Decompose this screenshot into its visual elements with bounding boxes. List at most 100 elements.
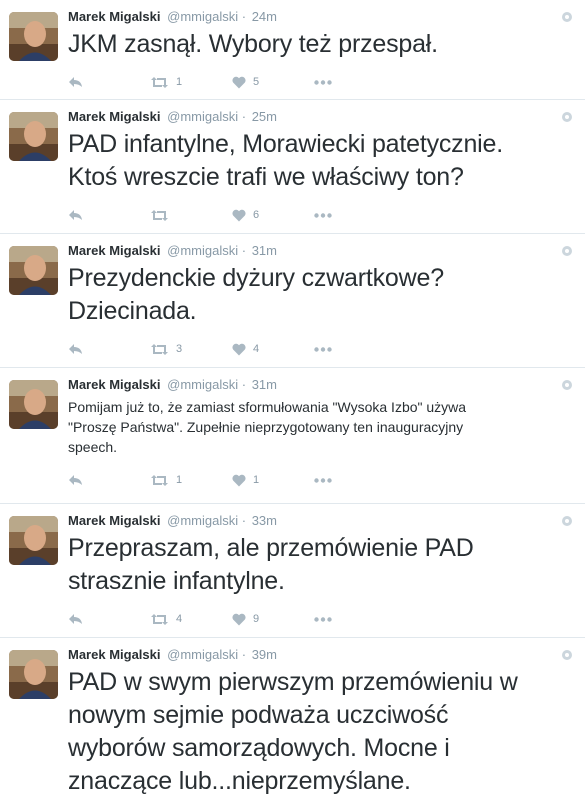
author-name[interactable]: Marek Migalski: [68, 647, 161, 662]
heart-icon: [232, 76, 246, 88]
author-handle[interactable]: @mmigalski: [167, 243, 238, 258]
avatar[interactable]: [9, 246, 58, 295]
reply-button[interactable]: [68, 339, 150, 359]
more-button[interactable]: [314, 339, 396, 359]
avatar[interactable]: [9, 380, 58, 429]
reply-button[interactable]: [68, 72, 150, 92]
retweet-button[interactable]: 3: [150, 339, 232, 359]
tweet-text-line: wyborów samorządowych. Mocne i: [68, 734, 450, 762]
tweet-text-line: PAD w swym pierwszym przemówieniu w: [68, 668, 518, 696]
retweet-button[interactable]: 1: [150, 470, 232, 490]
gear-icon[interactable]: [561, 111, 573, 123]
tweet[interactable]: Marek Migalski @mmigalski · 24m JKM zasn…: [0, 0, 585, 100]
tweet-text: PAD w swym pierwszym przemówieniu w nowy…: [68, 666, 585, 798]
tweet-text-line: Pomijam już to, że zamiast sformułowania…: [68, 399, 467, 415]
like-button[interactable]: 5: [232, 72, 314, 92]
author-handle[interactable]: @mmigalski: [167, 9, 238, 24]
heart-icon: [232, 209, 246, 221]
tweet[interactable]: Marek Migalski @mmigalski · 39m PAD w sw…: [0, 638, 585, 798]
gear-icon[interactable]: [561, 245, 573, 257]
tweet-actions: 4 9: [68, 604, 585, 634]
like-count: 9: [253, 613, 260, 625]
like-button[interactable]: 4: [232, 339, 314, 359]
author-handle[interactable]: @mmigalski: [167, 377, 238, 392]
retweet-count: 4: [176, 613, 183, 625]
more-icon: [314, 477, 332, 483]
heart-icon: [232, 474, 246, 486]
tweet-timestamp[interactable]: 31m: [252, 243, 277, 258]
tweet-text-line: Dziecinada.: [68, 297, 197, 325]
tweet-timestamp[interactable]: 24m: [252, 9, 277, 24]
tweet-actions: 6: [68, 200, 585, 230]
avatar[interactable]: [9, 650, 58, 699]
more-icon: [314, 616, 332, 622]
gear-icon[interactable]: [561, 649, 573, 661]
reply-button[interactable]: [68, 205, 150, 225]
like-button[interactable]: 1: [232, 470, 314, 490]
like-button[interactable]: 9: [232, 609, 314, 629]
tweet-actions: 3 4: [68, 334, 585, 364]
retweet-icon: [151, 474, 168, 486]
more-icon: [314, 212, 332, 218]
reply-icon: [69, 77, 82, 87]
avatar[interactable]: [9, 516, 58, 565]
tweet-timestamp[interactable]: 25m: [252, 109, 277, 124]
author-name[interactable]: Marek Migalski: [68, 243, 161, 258]
author-name[interactable]: Marek Migalski: [68, 513, 161, 528]
more-button[interactable]: [314, 470, 396, 490]
retweet-button[interactable]: 1: [150, 72, 232, 92]
retweet-button[interactable]: 4: [150, 609, 232, 629]
tweet-text: PAD infantylne, Morawiecki patetycznie. …: [68, 128, 585, 194]
author-handle[interactable]: @mmigalski: [167, 647, 238, 662]
avatar[interactable]: [9, 112, 58, 161]
tweet-text: JKM zasnął. Wybory też przespał.: [68, 28, 585, 61]
like-count: 1: [253, 474, 260, 486]
like-count: 6: [253, 209, 260, 221]
tweet-actions: 1 5: [68, 67, 585, 97]
tweet-text-line: nowym sejmie podważa uczciwość: [68, 701, 449, 729]
heart-icon: [232, 343, 246, 355]
gear-icon[interactable]: [561, 515, 573, 527]
tweet-text: Pomijam już to, że zamiast sformułowania…: [68, 397, 585, 457]
more-button[interactable]: [314, 72, 396, 92]
author-name[interactable]: Marek Migalski: [68, 377, 161, 392]
retweet-count: 1: [176, 76, 183, 88]
retweet-icon: [151, 209, 168, 221]
more-icon: [314, 346, 332, 352]
avatar[interactable]: [9, 12, 58, 61]
retweet-button[interactable]: [150, 205, 232, 225]
gear-icon[interactable]: [561, 379, 573, 391]
like-button[interactable]: 6: [232, 205, 314, 225]
more-button[interactable]: [314, 205, 396, 225]
retweet-icon: [151, 613, 168, 625]
retweet-icon: [151, 343, 168, 355]
tweet-actions: 1 1: [68, 465, 585, 495]
reply-button[interactable]: [68, 470, 150, 490]
reply-icon: [69, 475, 82, 485]
tweet-text-line: PAD infantylne, Morawiecki patetycznie.: [68, 130, 503, 158]
retweet-count: 3: [176, 343, 183, 355]
tweet-timestamp[interactable]: 31m: [252, 377, 277, 392]
tweet-text-line: Prezydenckie dyżury czwartkowe?: [68, 264, 444, 292]
tweet-timestamp[interactable]: 39m: [252, 647, 277, 662]
timeline: Marek Migalski @mmigalski · 24m JKM zasn…: [0, 0, 585, 798]
tweet-text-line: speech.: [68, 439, 118, 455]
author-name[interactable]: Marek Migalski: [68, 109, 161, 124]
gear-icon[interactable]: [561, 11, 573, 23]
author-name[interactable]: Marek Migalski: [68, 9, 161, 24]
author-handle[interactable]: @mmigalski: [167, 513, 238, 528]
tweet-text-line: strasznie infantylne.: [68, 567, 285, 595]
tweet[interactable]: Marek Migalski @mmigalski · 31m Pomijam …: [0, 368, 585, 504]
tweet-text: Prezydenckie dyżury czwartkowe? Dziecina…: [68, 262, 585, 328]
author-handle[interactable]: @mmigalski: [167, 109, 238, 124]
tweet-timestamp[interactable]: 33m: [252, 513, 277, 528]
heart-icon: [232, 613, 246, 625]
tweet-text-line: Ktoś wreszcie trafi we właściwy ton?: [68, 163, 464, 191]
like-count: 4: [253, 343, 260, 355]
like-count: 5: [253, 76, 260, 88]
tweet[interactable]: Marek Migalski @mmigalski · 31m Prezyden…: [0, 234, 585, 368]
reply-button[interactable]: [68, 609, 150, 629]
tweet[interactable]: Marek Migalski @mmigalski · 25m PAD infa…: [0, 100, 585, 234]
more-button[interactable]: [314, 609, 396, 629]
tweet[interactable]: Marek Migalski @mmigalski · 33m Przepras…: [0, 504, 585, 638]
